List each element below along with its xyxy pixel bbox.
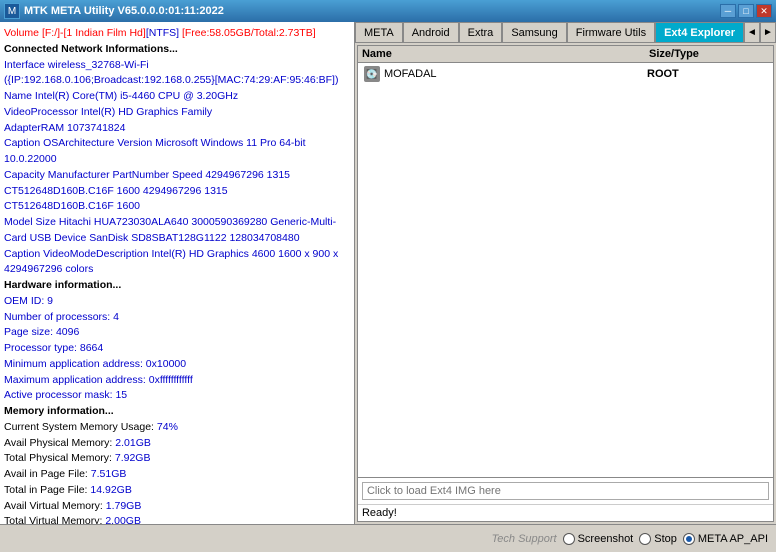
stop-label: Stop (654, 533, 677, 545)
left-panel-line: Caption OSArchitecture Version Microsoft… (4, 136, 350, 168)
right-panel: META Android Extra Samsung Firmware Util… (355, 22, 776, 524)
tab-android[interactable]: Android (403, 22, 459, 42)
left-panel-line: Caption VideoModeDescription Intel(R) HD… (4, 247, 350, 279)
tab-scroll-left[interactable]: ◄ (744, 22, 760, 42)
left-panel-line: VideoProcessor Intel(R) HD Graphics Fami… (4, 105, 350, 121)
close-button[interactable]: ✕ (756, 4, 772, 18)
left-panel-line: OEM ID: 9 (4, 294, 350, 310)
tab-samsung[interactable]: Samsung (502, 22, 566, 42)
left-panel-line: Total in Page File: 14.92GB (4, 483, 350, 499)
app-icon: M (4, 3, 20, 19)
tab-meta[interactable]: META (355, 22, 403, 42)
ext4-status: Ready! (358, 504, 773, 521)
ext4-table-header: Name Size/Type (358, 46, 773, 63)
left-panel-line: Name Intel(R) Core(TM) i5-4460 CPU @ 3.2… (4, 89, 350, 105)
left-panel-line: Total Virtual Memory: 2.00GB (4, 514, 350, 524)
bottom-bar: Tech Support Screenshot Stop META AP_API (0, 524, 776, 552)
tab-firmware[interactable]: Firmware Utils (567, 22, 655, 42)
screenshot-radio-circle (563, 533, 575, 545)
tab-extra[interactable]: Extra (459, 22, 503, 42)
left-panel: Volume [F:/]-[1 Indian Film Hd][NTFS] [F… (0, 22, 355, 524)
screenshot-radio[interactable]: Screenshot (563, 533, 634, 545)
screenshot-label: Screenshot (578, 533, 634, 545)
ext4-table-body: 💽 MOFADAL ROOT (358, 63, 773, 477)
ext4-area: Name Size/Type 💽 MOFADAL ROOT Ready! (357, 45, 774, 522)
meta-api-radio[interactable]: META AP_API (683, 533, 768, 545)
section-header: Hardware information... (4, 278, 350, 294)
tech-support-label: Tech Support (492, 533, 557, 545)
tab-bar: META Android Extra Samsung Firmware Util… (355, 22, 776, 43)
left-panel-line: Number of processors: 4 (4, 310, 350, 326)
main-container: Volume [F:/]-[1 Indian Film Hd][NTFS] [F… (0, 22, 776, 524)
col-header-name: Name (362, 48, 649, 60)
drive-icon: 💽 (364, 66, 380, 82)
tab-ext4[interactable]: Ext4 Explorer (655, 22, 744, 42)
left-panel-line: Model Size Hitachi HUA723030ALA640 30005… (4, 215, 350, 247)
tab-scroll-right[interactable]: ► (760, 22, 776, 42)
row-name: MOFADAL (384, 68, 647, 80)
title-bar: M MTK META Utility V65.0.0.0:01:11:2022 … (0, 0, 776, 22)
meta-api-label: META AP_API (698, 533, 768, 545)
left-panel-line: Capacity Manufacturer PartNumber Speed 4… (4, 168, 350, 184)
left-panel-line: Avail in Page File: 7.51GB (4, 467, 350, 483)
left-panel-line: Current System Memory Usage: 74% (4, 420, 350, 436)
left-panel-line: Processor type: 8664 (4, 341, 350, 357)
col-header-size: Size/Type (649, 48, 769, 60)
left-panel-line: CT512648D160B.C16F 1600 4294967296 1315 (4, 184, 350, 200)
left-panel-line: Total Physical Memory: 7.92GB (4, 451, 350, 467)
left-panel-line: Volume [F:/]-[1 Indian Film Hd][NTFS] [F… (4, 26, 350, 42)
left-panel-line: CT512648D160B.C16F 1600 (4, 199, 350, 215)
left-panel-line: Page size: 4096 (4, 325, 350, 341)
table-row[interactable]: 💽 MOFADAL ROOT (360, 65, 771, 83)
left-panel-line: Minimum application address: 0x10000 (4, 357, 350, 373)
left-panel-line: Maximum application address: 0xfffffffff… (4, 373, 350, 389)
title-bar-left: M MTK META Utility V65.0.0.0:01:11:2022 (4, 3, 224, 19)
section-header: Memory information... (4, 404, 350, 420)
left-panel-line: Interface wireless_32768-Wi-Fi ({IP:192.… (4, 58, 350, 90)
left-panel-line: AdapterRAM 1073741824 (4, 121, 350, 137)
left-panel-line: Avail Virtual Memory: 1.79GB (4, 499, 350, 515)
ext4-load-input[interactable] (362, 482, 769, 500)
row-size: ROOT (647, 68, 767, 80)
stop-radio-circle (639, 533, 651, 545)
left-panel-line: Avail Physical Memory: 2.01GB (4, 436, 350, 452)
maximize-button[interactable]: □ (738, 4, 754, 18)
minimize-button[interactable]: ─ (720, 4, 736, 18)
window-title: MTK META Utility V65.0.0.0:01:11:2022 (24, 5, 224, 17)
section-header: Connected Network Informations... (4, 42, 350, 58)
ext4-load-bar (358, 477, 773, 504)
window-controls[interactable]: ─ □ ✕ (720, 4, 772, 18)
stop-radio[interactable]: Stop (639, 533, 677, 545)
meta-api-radio-circle (683, 533, 695, 545)
left-panel-line: Active processor mask: 15 (4, 388, 350, 404)
